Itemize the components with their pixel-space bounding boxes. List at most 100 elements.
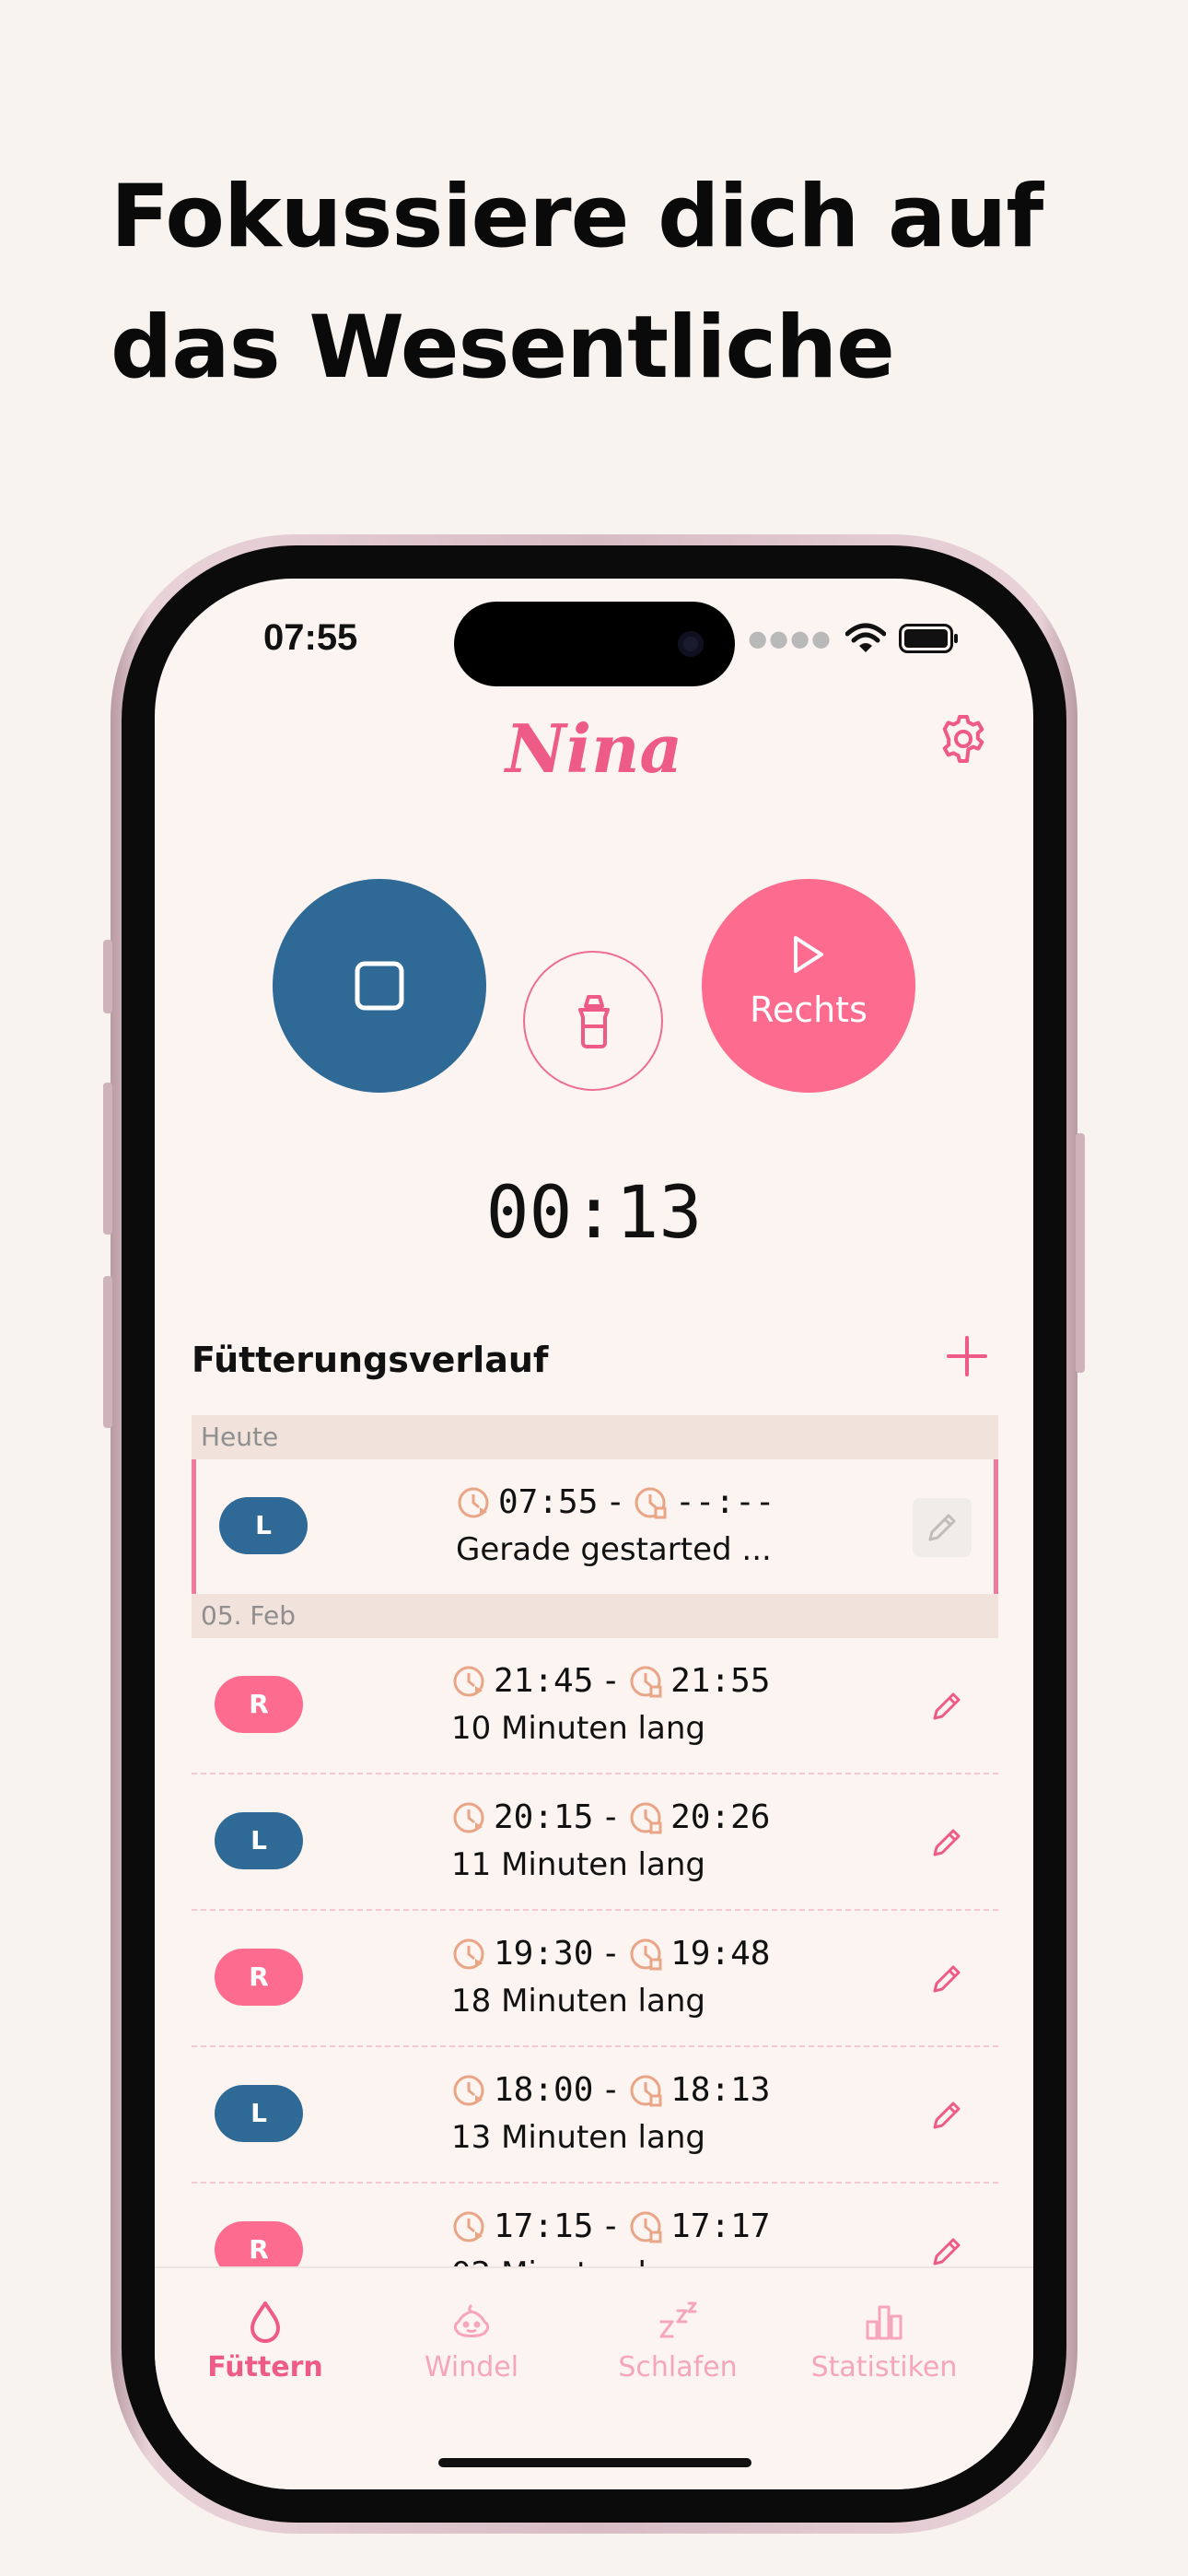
start-time: 18:00: [494, 2071, 594, 2109]
start-right-button[interactable]: Rechts: [702, 879, 915, 1093]
pencil-icon: [933, 1692, 961, 1720]
side-badge: R: [215, 1949, 303, 2006]
list-item[interactable]: L 07:55 - --:-- Gerade gestarted ...: [192, 1459, 998, 1594]
end-time: 21:55: [670, 1662, 771, 1700]
history-title: Fütterungsverlauf: [192, 1340, 549, 1380]
start-time: 19:30: [494, 1935, 594, 1973]
time-range: 17:15 - 17:17: [451, 2207, 770, 2245]
range-dash: -: [600, 2071, 622, 2109]
app-title: Nina: [505, 709, 683, 788]
end-clock-icon: [630, 1938, 662, 1970]
edit-button[interactable]: [917, 1813, 976, 1872]
action-button: [103, 940, 112, 1013]
sleep-icon: [659, 2301, 697, 2338]
end-time: 18:13: [670, 2071, 771, 2109]
start-time: 07:55: [498, 1483, 599, 1521]
camera-icon: [678, 631, 704, 657]
stop-button[interactable]: [273, 879, 486, 1093]
start-clock-icon: [453, 1938, 484, 1969]
feeding-timer: 00:13: [485, 1172, 703, 1255]
range-dash: -: [600, 1798, 622, 1836]
signal-icon: ●●●●: [748, 626, 833, 651]
volume-down-button: [103, 1276, 112, 1428]
tab-label: Windel: [424, 2351, 519, 2383]
start-time: 20:15: [494, 1798, 594, 1836]
range-dash: -: [600, 2207, 622, 2245]
side-badge: L: [219, 1497, 308, 1554]
add-entry-icon[interactable]: [945, 1334, 989, 1378]
side-badge: L: [215, 2085, 303, 2142]
end-time: 17:17: [670, 2207, 771, 2245]
edit-button[interactable]: [917, 1950, 976, 2008]
pencil-icon: [933, 1829, 961, 1856]
tab-label: Statistiken: [810, 2351, 958, 2383]
list-item[interactable]: L 18:00 - 18:13 13 Minuten lang: [192, 2047, 998, 2184]
start-time: 21:45: [494, 1662, 594, 1700]
pencil-icon: [933, 2238, 961, 2266]
drop-icon: [250, 2301, 280, 2343]
edit-button[interactable]: [917, 2086, 976, 2145]
pencil-icon: [933, 1965, 961, 1993]
gear-icon[interactable]: [938, 713, 989, 765]
feeding-history-list: Heute L 07:55 - --:-- Gerade gestarted .…: [192, 1415, 998, 2318]
play-icon: [794, 936, 823, 973]
headline-line-2: das Wesentliche: [111, 298, 895, 398]
bottle-button[interactable]: [523, 951, 663, 1091]
time-range: 07:55 - --:--: [456, 1483, 775, 1521]
start-clock-icon: [458, 1487, 489, 1517]
status-icons: ●●●●: [748, 623, 960, 654]
tab-label: Füttern: [207, 2351, 323, 2383]
tab-schlafen[interactable]: Schlafen: [577, 2300, 779, 2383]
power-button: [1076, 1133, 1085, 1373]
start-clock-icon: [453, 1666, 484, 1696]
end-time: --:--: [675, 1483, 775, 1521]
tab-windel[interactable]: Windel: [370, 2300, 573, 2383]
edit-button[interactable]: [917, 1677, 976, 1736]
duration-text: 11 Minuten lang: [451, 1846, 705, 1883]
bar-chart-icon: [866, 2305, 903, 2340]
diaper-icon: [454, 2303, 489, 2337]
section-header-today: Heute: [192, 1415, 998, 1459]
volume-up-button: [103, 1083, 112, 1235]
home-indicator[interactable]: [438, 2458, 751, 2467]
start-clock-icon: [453, 2211, 484, 2242]
start-time: 17:15: [494, 2207, 594, 2245]
tab-label: Schlafen: [618, 2351, 738, 2383]
dynamic-island: [454, 602, 735, 686]
battery-icon: [899, 624, 958, 653]
app-screen: 07:55 ●●●● Nina Rechts 00:13 Fütterungsv…: [155, 579, 1033, 2489]
range-dash: -: [600, 1935, 622, 1973]
headline: Fokussiere dich auf das Wesentliche: [111, 152, 1105, 414]
end-clock-icon: [635, 1487, 667, 1518]
time-range: 19:30 - 19:48: [451, 1935, 770, 1973]
end-time: 19:48: [670, 1935, 771, 1973]
edit-button[interactable]: [913, 1498, 972, 1557]
side-badge: R: [215, 1676, 303, 1733]
pencil-icon: [928, 1514, 956, 1541]
wifi-icon: [845, 623, 886, 652]
list-item[interactable]: R 19:30 - 19:48 18 Minuten lang: [192, 1911, 998, 2047]
list-item[interactable]: L 20:15 - 20:26 11 Minuten lang: [192, 1774, 998, 1911]
right-button-label: Rechts: [750, 989, 868, 1030]
end-clock-icon: [630, 1802, 662, 1833]
status-time: 07:55: [263, 617, 358, 658]
range-dash: -: [605, 1483, 626, 1521]
time-range: 18:00 - 18:13: [451, 2071, 770, 2109]
list-item[interactable]: R 21:45 - 21:55 10 Minuten lang: [192, 1638, 998, 1774]
end-time: 20:26: [670, 1798, 771, 1836]
bottle-icon: [578, 995, 610, 1048]
tab-bar: Füttern Windel Schlafen Statistiken: [155, 2266, 1033, 2489]
time-range: 21:45 - 21:55: [451, 1662, 770, 1700]
headline-line-1: Fokussiere dich auf: [111, 167, 1043, 267]
end-clock-icon: [630, 2211, 662, 2242]
end-clock-icon: [630, 2075, 662, 2106]
duration-text: 18 Minuten lang: [451, 1983, 705, 2020]
duration-text: Gerade gestarted ...: [456, 1531, 772, 1568]
start-clock-icon: [453, 1802, 484, 1832]
duration-text: 13 Minuten lang: [451, 2119, 705, 2156]
tab-statistiken[interactable]: Statistiken: [783, 2300, 985, 2383]
time-range: 20:15 - 20:26: [451, 1798, 770, 1836]
side-badge: L: [215, 1812, 303, 1869]
duration-text: 10 Minuten lang: [451, 1710, 705, 1747]
tab-fuettern[interactable]: Füttern: [164, 2300, 367, 2383]
